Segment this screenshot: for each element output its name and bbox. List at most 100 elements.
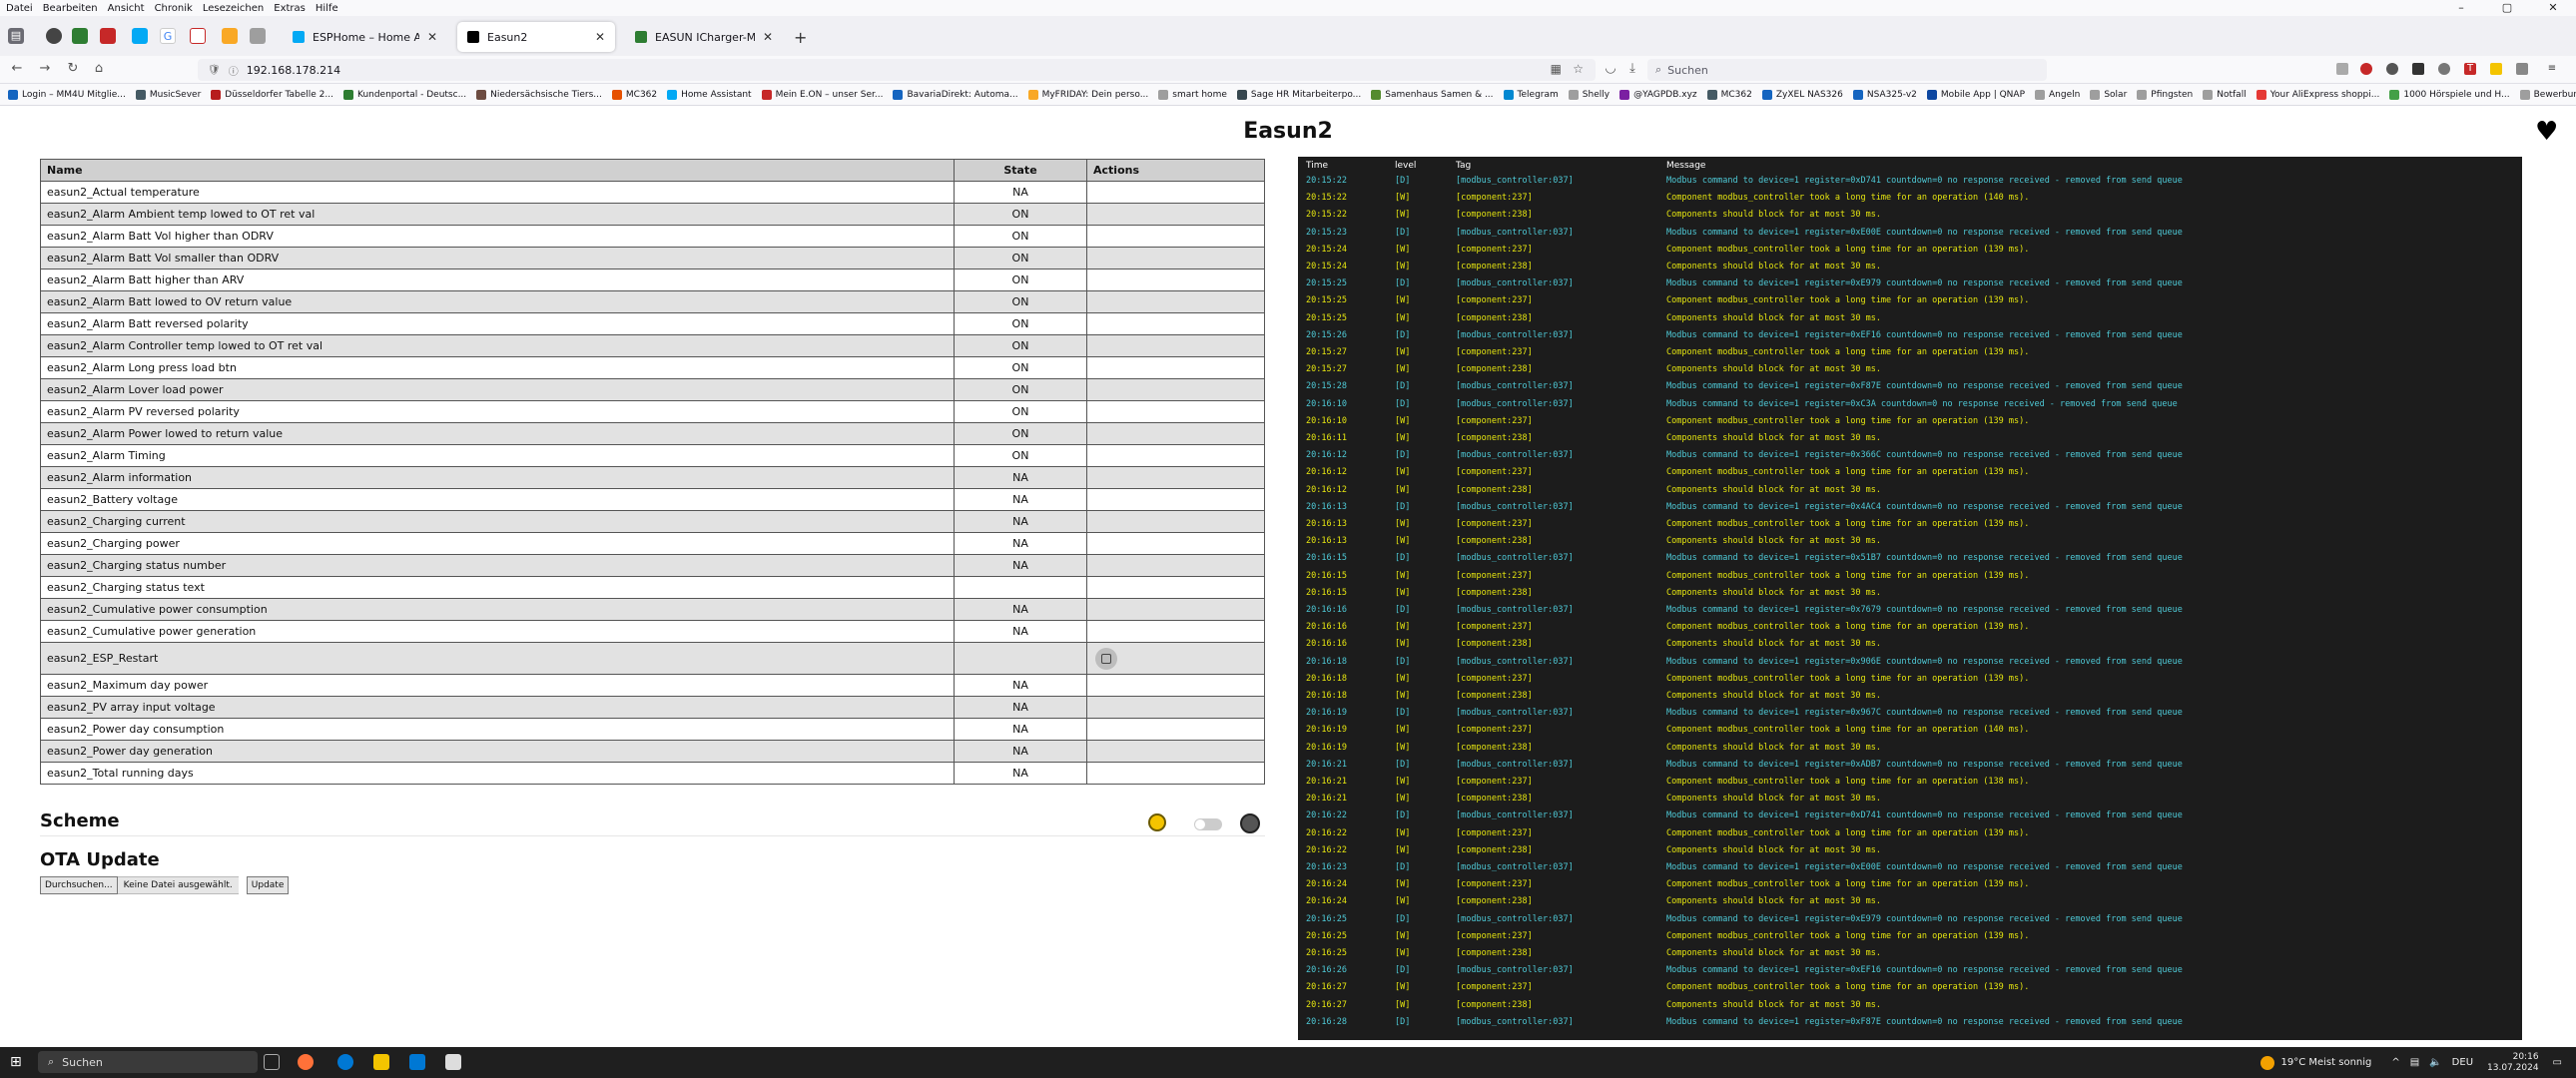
maximize-button[interactable]: ▢ [2484, 0, 2530, 16]
bookmark-star-icon[interactable]: ☆ [1573, 62, 1584, 76]
taskbar-search[interactable]: ⌕ Suchen [38, 1051, 258, 1073]
menu-lesezeichen[interactable]: Lesezeichen [203, 3, 264, 14]
edge-icon[interactable] [337, 1054, 353, 1070]
extension-icon[interactable] [2336, 63, 2348, 75]
pocket-icon[interactable]: ◡ [1602, 61, 1619, 76]
reload-icon[interactable]: ↻ [64, 61, 82, 76]
entity-actions [1086, 444, 1265, 467]
bookmark-item[interactable]: MusicSever [135, 89, 201, 100]
account-icon[interactable] [2386, 63, 2398, 75]
file-explorer-icon[interactable] [373, 1054, 389, 1070]
windows-start-icon[interactable]: ⊞ [10, 1054, 22, 1070]
reader-icon[interactable]: ▦ [1551, 62, 1562, 76]
bookmark-item[interactable]: BavariaDirekt: Automa... [893, 89, 1018, 100]
search-bar[interactable]: ⌕ Suchen [1647, 59, 2047, 81]
restart-button[interactable] [1095, 647, 1117, 670]
update-button[interactable]: Update [246, 876, 290, 894]
bookmark-item[interactable]: @YAGPDB.xyz [1619, 89, 1697, 100]
close-icon[interactable]: ✕ [763, 30, 773, 44]
menu-hamburger-icon[interactable]: ≡ [2546, 63, 2558, 75]
forward-icon[interactable]: → [36, 61, 54, 76]
google-icon[interactable]: G [160, 28, 176, 44]
translate-icon[interactable]: T [2464, 63, 2476, 75]
bookmark-item[interactable]: Your AliExpress shoppi... [2255, 89, 2379, 100]
bookmark-item[interactable]: Niedersächsische Tiers... [476, 89, 602, 100]
download-icon[interactable]: ⤓ [1623, 61, 1641, 76]
clock-icon[interactable] [2438, 63, 2450, 75]
extension-icon[interactable] [72, 28, 88, 44]
home-assistant-icon[interactable] [132, 28, 148, 44]
bookmark-item[interactable]: ZyXEL NAS326 [1761, 89, 1843, 100]
new-tab-icon[interactable]: + [794, 28, 807, 47]
bookmark-item[interactable]: Bewerbung [2519, 89, 2576, 100]
url-bar[interactable]: 🛡 ⓘ 192.168.178.214 ▦ ☆ [198, 59, 1596, 81]
shopping-icon[interactable] [190, 28, 206, 44]
back-icon[interactable]: ← [8, 61, 26, 76]
menu-extras[interactable]: Extras [274, 3, 306, 14]
outlook-icon[interactable] [409, 1054, 425, 1070]
bookmark-item[interactable]: Düsseldorfer Tabelle 2... [211, 89, 333, 100]
home-icon[interactable]: ⌂ [90, 61, 108, 76]
bookmark-item[interactable]: Solar [2090, 89, 2127, 100]
scheme-toggle[interactable] [1194, 818, 1222, 830]
menu-chronik[interactable]: Chronik [155, 3, 193, 14]
bookmark-item[interactable]: Samenhaus Samen & ... [1371, 89, 1494, 100]
task-view-icon[interactable] [264, 1054, 280, 1070]
tab-easun-icharger[interactable]: EASUN ICharger-MPPT-8048-E ✕ [625, 22, 783, 52]
bookmark-item[interactable]: Angeln [2035, 89, 2080, 100]
bookmark-item[interactable]: Home Assistant [667, 89, 752, 100]
minimize-button[interactable]: – [2438, 0, 2484, 16]
log-panel[interactable]: Time level Tag Message 20:15:22 [D] [modbu… [1298, 157, 2522, 1040]
bookmark-item[interactable]: smart home [1158, 89, 1227, 100]
bookmark-item[interactable]: Notfall [2203, 89, 2247, 100]
calculator-icon[interactable] [445, 1054, 461, 1070]
network-icon[interactable]: ▤ [2410, 1057, 2419, 1068]
menu-datei[interactable]: Datei [6, 3, 33, 14]
speaker-icon[interactable]: 🔈 [2429, 1057, 2441, 1068]
screen-icon[interactable] [2412, 63, 2424, 75]
notifications-icon[interactable]: ▭ [2553, 1057, 2562, 1068]
bookmark-item[interactable]: 1000 Hörspiele und H... [2389, 89, 2510, 100]
bookmark-item[interactable]: Mobile App | QNAP [1926, 89, 2025, 100]
language-indicator[interactable]: DEU [2452, 1057, 2473, 1068]
bookmark-item[interactable]: Mein E.ON – unser Ser... [761, 89, 883, 100]
menu-hilfe[interactable]: Hilfe [316, 3, 338, 14]
bookmark-item[interactable]: Login – MM4U Mitglie... [8, 89, 126, 100]
youtube-icon[interactable] [100, 28, 116, 44]
bookmark-item[interactable]: Pfingsten [2137, 89, 2193, 100]
clock[interactable]: 20:16 13.07.2024 [2487, 1052, 2539, 1074]
menu-ansicht[interactable]: Ansicht [108, 3, 145, 14]
moon-icon[interactable] [1240, 813, 1260, 833]
puzzle-icon[interactable] [2516, 63, 2528, 75]
firefox-icon[interactable] [298, 1054, 314, 1070]
adblock-icon[interactable] [2360, 63, 2372, 75]
bookmark-item[interactable]: MC362 [1706, 89, 1752, 100]
chevron-up-icon[interactable]: ^ [2391, 1057, 2399, 1068]
close-icon[interactable]: ✕ [595, 30, 605, 44]
bookmark-item[interactable]: MyFRIDAY: Dein perso... [1027, 89, 1148, 100]
bookmark-app-icon[interactable] [222, 28, 238, 44]
tab-easun2[interactable]: Easun2 ✕ [457, 22, 615, 52]
bookmark-favicon-icon [2090, 89, 2101, 100]
bookmark-item[interactable]: NSA325-v2 [1852, 89, 1917, 100]
bookmark-item[interactable]: Telegram [1503, 89, 1559, 100]
bookmark-item[interactable]: MC362 [611, 89, 657, 100]
sun-icon[interactable] [1148, 813, 1166, 831]
app-icon[interactable] [250, 28, 266, 44]
github-icon[interactable] [46, 28, 62, 44]
sidebar-toggle-icon[interactable]: ▤ [8, 28, 24, 44]
heart-icon[interactable]: ♥ [2535, 117, 2558, 147]
yellow-extension-icon[interactable] [2490, 63, 2502, 75]
close-window-button[interactable]: ✕ [2530, 0, 2576, 16]
log-tag: [component:237] [1456, 982, 1533, 993]
bookmark-item[interactable]: Sage HR Mitarbeiterpo... [1236, 89, 1361, 100]
tab-esphome[interactable]: ESPHome – Home Assistant ✕ [283, 22, 447, 52]
weather-text[interactable]: 19°C Meist sonnig [2280, 1057, 2371, 1068]
page-info-icon[interactable]: ⓘ [229, 63, 239, 78]
entity-actions [1086, 642, 1265, 675]
bookmark-item[interactable]: Shelly [1568, 89, 1610, 100]
close-icon[interactable]: ✕ [427, 30, 437, 44]
bookmark-item[interactable]: Kundenportal - Deutsc... [342, 89, 466, 100]
browse-button[interactable]: Durchsuchen... [40, 876, 118, 894]
menu-bearbeiten[interactable]: Bearbeiten [43, 3, 98, 14]
